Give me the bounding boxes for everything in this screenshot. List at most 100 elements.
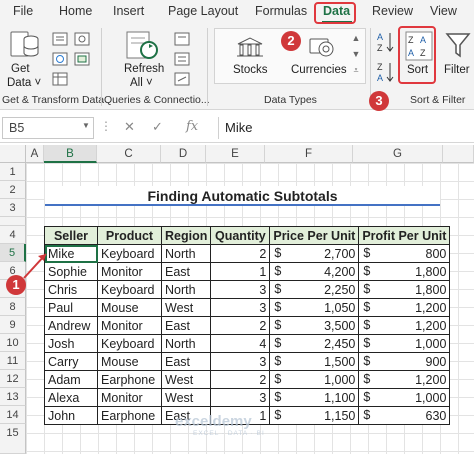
- tab-file[interactable]: File: [13, 4, 33, 18]
- row-header-10[interactable]: 10: [0, 334, 26, 352]
- sort-descending-button[interactable]: Z A: [376, 60, 396, 84]
- from-table-icon[interactable]: [52, 72, 68, 86]
- cell-seller[interactable]: Paul: [44, 298, 98, 317]
- column-header-c[interactable]: C: [97, 145, 161, 163]
- from-web-icon[interactable]: [52, 52, 68, 66]
- cell-price-per-unit[interactable]: $4,200: [269, 262, 360, 281]
- cell-seller[interactable]: Sophie: [44, 262, 98, 281]
- cell-region[interactable]: West: [160, 298, 212, 317]
- tab-home[interactable]: Home: [59, 4, 92, 18]
- cell-profit-per-unit[interactable]: $1,000: [358, 334, 451, 353]
- cell-product[interactable]: Monitor: [97, 262, 162, 281]
- row-header-13[interactable]: 13: [0, 388, 26, 406]
- cell-price-per-unit[interactable]: $2,250: [269, 280, 360, 299]
- cell-price-per-unit[interactable]: $2,450: [269, 334, 360, 353]
- cell-product[interactable]: Monitor: [97, 316, 162, 335]
- cell-region[interactable]: East: [160, 352, 212, 371]
- queries-connections-icon[interactable]: [174, 32, 190, 46]
- cell-product[interactable]: Monitor: [97, 388, 162, 407]
- cell-region[interactable]: North: [160, 280, 212, 299]
- select-all-corner[interactable]: [0, 145, 26, 163]
- column-header-f[interactable]: F: [265, 145, 353, 163]
- tab-formulas[interactable]: Formulas: [255, 4, 307, 18]
- cell-price-per-unit[interactable]: $1,100: [269, 388, 360, 407]
- cell-quantity[interactable]: 3: [210, 352, 271, 371]
- refresh-all-button[interactable]: Refresh All ˅: [118, 28, 168, 92]
- cell-profit-per-unit[interactable]: $1,200: [358, 316, 451, 335]
- cell-product[interactable]: Mouse: [97, 352, 162, 371]
- recent-sources-icon[interactable]: [74, 32, 90, 46]
- cell-product[interactable]: Mouse: [97, 298, 162, 317]
- cell-price-per-unit[interactable]: $1,000: [269, 370, 360, 389]
- cell-price-per-unit[interactable]: $1,500: [269, 352, 360, 371]
- cell-region[interactable]: East: [160, 316, 212, 335]
- enter-icon[interactable]: ✓: [152, 119, 163, 135]
- cell-seller[interactable]: Josh: [44, 334, 98, 353]
- cell-profit-per-unit[interactable]: $900: [358, 352, 451, 371]
- tab-review[interactable]: Review: [372, 4, 413, 18]
- cell-profit-per-unit[interactable]: $1,800: [358, 280, 451, 299]
- column-header-e[interactable]: E: [206, 145, 265, 163]
- filter-button[interactable]: Filter: [442, 28, 474, 90]
- header-product[interactable]: Product: [97, 226, 162, 245]
- cell-seller[interactable]: Mike: [44, 244, 98, 263]
- cell-quantity[interactable]: 2: [210, 244, 271, 263]
- cell-region[interactable]: West: [160, 370, 212, 389]
- edit-links-icon[interactable]: [174, 72, 190, 86]
- row-header-4[interactable]: 4: [0, 226, 26, 244]
- data-types-scroll[interactable]: ▲ ▼ ⩡: [350, 30, 362, 82]
- sort-ascending-button[interactable]: A Z: [376, 30, 396, 54]
- cell-price-per-unit[interactable]: $2,700: [269, 244, 360, 263]
- row-header-11[interactable]: 11: [0, 352, 26, 370]
- cell-region[interactable]: North: [160, 334, 212, 353]
- row-header-2[interactable]: 2: [0, 181, 26, 199]
- cell-product[interactable]: Earphone: [97, 406, 162, 425]
- insert-function-icon[interactable]: fx: [186, 119, 198, 134]
- cell-product[interactable]: Keyboard: [97, 334, 162, 353]
- properties-icon[interactable]: [174, 52, 190, 66]
- cell-quantity[interactable]: 3: [210, 388, 271, 407]
- cell-seller[interactable]: Andrew: [44, 316, 98, 335]
- column-header-d[interactable]: D: [161, 145, 206, 163]
- cell-quantity[interactable]: 1: [210, 262, 271, 281]
- cell-region[interactable]: East: [160, 262, 212, 281]
- cell-quantity[interactable]: 2: [210, 370, 271, 389]
- cell-product[interactable]: Earphone: [97, 370, 162, 389]
- cell-profit-per-unit[interactable]: $1,800: [358, 262, 451, 281]
- cell-seller[interactable]: Adam: [44, 370, 98, 389]
- cell-seller[interactable]: Carry: [44, 352, 98, 371]
- cell-profit-per-unit[interactable]: $1,200: [358, 298, 451, 317]
- cell-price-per-unit[interactable]: $3,500: [269, 316, 360, 335]
- cell-seller[interactable]: Chris: [44, 280, 98, 299]
- column-header-b[interactable]: B: [44, 145, 97, 163]
- header-price-per-unit[interactable]: Price Per Unit: [269, 226, 360, 245]
- cell-profit-per-unit[interactable]: $1,000: [358, 388, 451, 407]
- row-header-12[interactable]: 12: [0, 370, 26, 388]
- column-header-next[interactable]: [443, 145, 474, 163]
- column-header-a[interactable]: A: [26, 145, 44, 163]
- formula-input[interactable]: Mike: [218, 117, 472, 139]
- cancel-icon[interactable]: ✕: [124, 119, 135, 135]
- column-header-g[interactable]: G: [353, 145, 443, 163]
- existing-connections-icon[interactable]: [74, 52, 90, 66]
- cell-profit-per-unit[interactable]: $1,200: [358, 370, 451, 389]
- name-box[interactable]: B5: [2, 117, 94, 139]
- header-quantity[interactable]: Quantity: [210, 226, 271, 245]
- cell-quantity[interactable]: 3: [210, 280, 271, 299]
- header-region[interactable]: Region: [160, 226, 212, 245]
- cell-seller[interactable]: John: [44, 406, 98, 425]
- tab-view[interactable]: View: [430, 4, 457, 18]
- cell-profit-per-unit[interactable]: $630: [358, 406, 451, 425]
- row-header-15[interactable]: 15: [0, 424, 26, 454]
- row-header-9[interactable]: 9: [0, 316, 26, 334]
- cell-product[interactable]: Keyboard: [97, 244, 162, 263]
- row-header-3[interactable]: 3: [0, 199, 26, 217]
- cell-quantity[interactable]: 3: [210, 298, 271, 317]
- cell-profit-per-unit[interactable]: $800: [358, 244, 451, 263]
- row-header-14[interactable]: 14: [0, 406, 26, 424]
- tab-insert[interactable]: Insert: [113, 4, 144, 18]
- cell-price-per-unit[interactable]: $1,050: [269, 298, 360, 317]
- cell-region[interactable]: West: [160, 388, 212, 407]
- cell-quantity[interactable]: 2: [210, 316, 271, 335]
- cell-product[interactable]: Keyboard: [97, 280, 162, 299]
